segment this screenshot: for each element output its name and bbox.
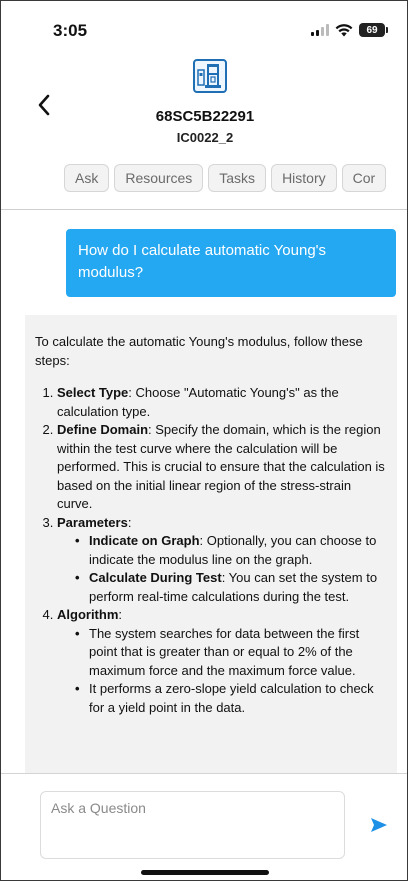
answer-step: Select Type: Choose "Automatic Young's" … — [57, 384, 387, 421]
assistant-message-bubble: To calculate the automatic Young's modul… — [25, 315, 397, 785]
tab-bar: Ask Resources Tasks History Cor — [64, 164, 387, 192]
answer-step: Algorithm: The system searches for data … — [57, 606, 387, 717]
answer-substep: The system searches for data between the… — [73, 625, 387, 681]
answer-substep: It performs a zero-slope yield calculati… — [73, 680, 387, 717]
wifi-icon — [335, 23, 353, 37]
step-title: Define Domain — [57, 422, 149, 437]
battery-level: 69 — [366, 24, 378, 36]
step-suffix: : — [118, 607, 123, 622]
user-message-text: How do I calculate automatic Young's mod… — [78, 242, 327, 281]
step-title: Parameters — [57, 514, 128, 530]
answer-steps-list: Select Type: Choose "Automatic Young's" … — [35, 384, 387, 717]
answer-step: Define Domain: Specify the domain, which… — [57, 421, 387, 514]
tab-resources[interactable]: Resources — [114, 164, 204, 192]
answer-substep: Indicate on Graph: Optionally, you can c… — [73, 532, 387, 569]
send-icon — [371, 818, 387, 832]
user-message-bubble: How do I calculate automatic Young's mod… — [66, 229, 396, 297]
tensile-tester-icon — [193, 59, 227, 93]
tab-history[interactable]: History — [271, 164, 337, 192]
status-time: 3:05 — [53, 21, 88, 40]
tab-cor[interactable]: Cor — [341, 164, 387, 192]
answer-substeps: The system searches for data between the… — [57, 625, 387, 718]
step-suffix: : — [127, 514, 132, 530]
answer-step: Parameters: Indicate on Graph: Optionall… — [57, 514, 387, 607]
send-button[interactable] — [369, 815, 389, 835]
home-indicator[interactable] — [141, 870, 269, 875]
substep-title: Indicate on Graph — [89, 533, 200, 548]
tab-ask[interactable]: Ask — [64, 164, 110, 192]
substep-title: Calculate During Test — [89, 570, 222, 585]
app-screen: 3:05 69 68SC5B22291 IC0022_2 Ask Resourc… — [0, 0, 408, 881]
header-divider — [1, 209, 407, 210]
cellular-signal-icon — [311, 24, 329, 36]
answer-intro: To calculate the automatic Young's modul… — [35, 334, 363, 368]
status-icons: 69 — [311, 23, 388, 37]
page-title: 68SC5B22291 — [155, 108, 255, 125]
battery-icon: 69 — [359, 23, 388, 37]
step-title: Select Type — [57, 385, 129, 400]
answer-substeps: Indicate on Graph: Optionally, you can c… — [57, 532, 387, 606]
page-subtitle: IC0022_2 — [176, 130, 234, 145]
question-input[interactable]: Ask a Question — [40, 791, 345, 859]
answer-substep: Calculate During Test: You can set the s… — [73, 569, 387, 606]
tab-tasks[interactable]: Tasks — [208, 164, 267, 192]
step-title: Algorithm — [57, 607, 119, 622]
